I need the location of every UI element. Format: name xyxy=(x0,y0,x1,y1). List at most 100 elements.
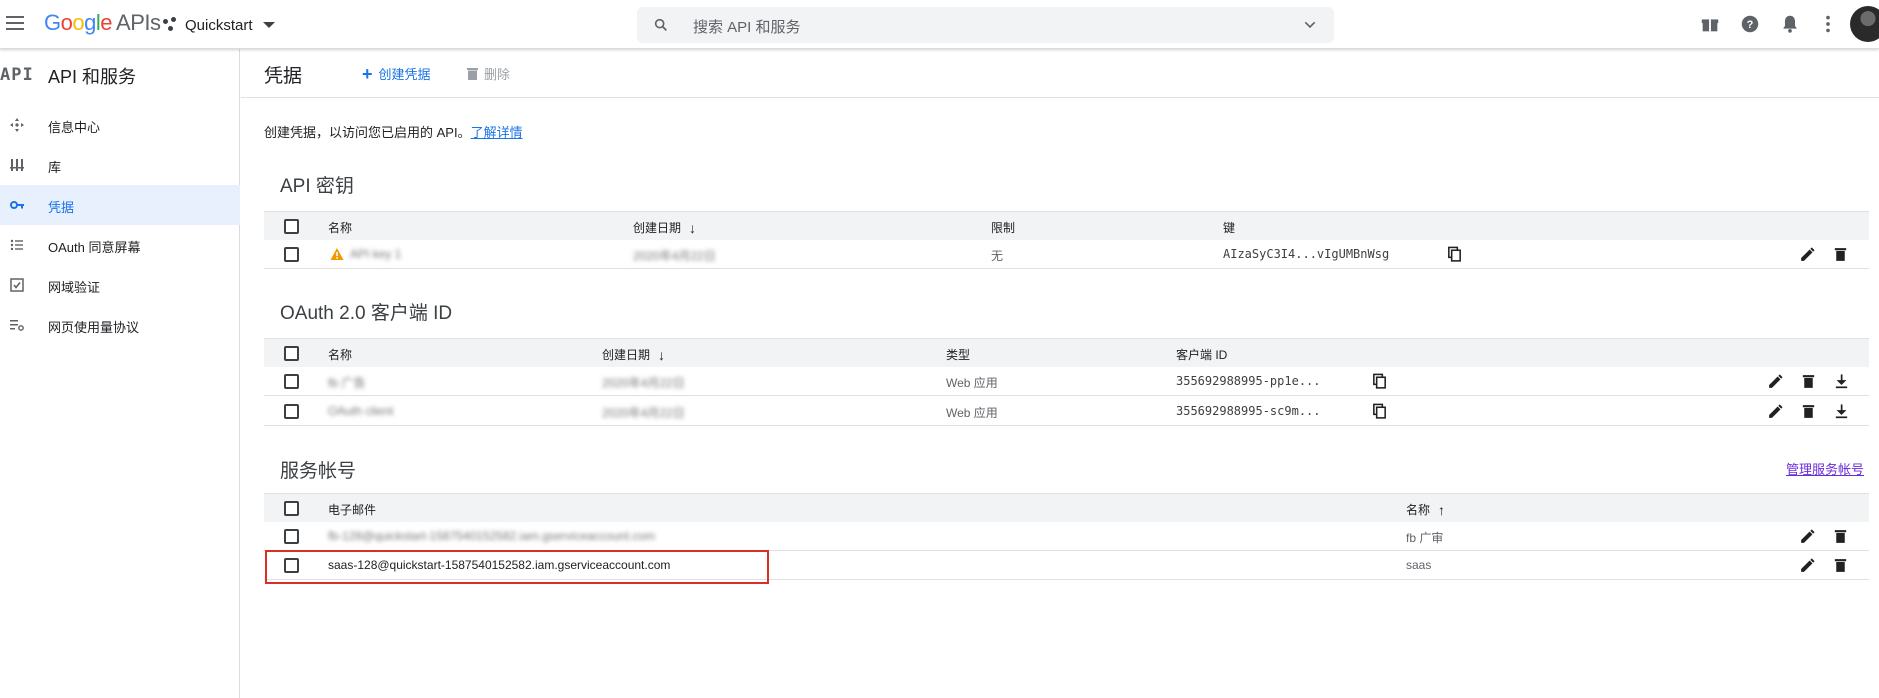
column-client-id: 客户端 ID xyxy=(1176,348,1228,362)
column-type: 类型 xyxy=(946,348,971,362)
oauth-client-type: Web 应用 xyxy=(946,376,998,390)
edit-icon[interactable] xyxy=(1767,373,1784,390)
sidebar-item-page-usage[interactable]: 网页使用量协议 xyxy=(0,305,240,345)
delete-icon[interactable] xyxy=(1832,557,1849,574)
action-bar: 凭据 + 创建凭据 删除 xyxy=(241,49,1879,98)
oauth-client-id: 355692988995-sc9m... xyxy=(1176,404,1321,418)
delete-icon[interactable] xyxy=(1832,246,1849,263)
download-icon[interactable] xyxy=(1833,403,1850,420)
api-keys-table: 名称 创建日期 ↓ 限制 键 API key 1 2020年4月22日 无 AIz… xyxy=(264,211,1869,271)
column-key: 键 xyxy=(1223,221,1236,235)
download-icon[interactable] xyxy=(1833,373,1850,390)
table-header: 电子邮件 名称 ↑ xyxy=(264,493,1869,522)
intro-text: 创建凭据，以访问您已启用的 API。了解详情 xyxy=(264,122,523,141)
service-account-email[interactable]: fb-128@quickstart-1587540152582.iam.gser… xyxy=(328,529,655,543)
trash-icon xyxy=(467,68,478,80)
table-row: OAuth client 2020年4月22日 Web 应用 355692988… xyxy=(264,397,1869,426)
delete-icon[interactable] xyxy=(1800,373,1817,390)
google-apis-logo[interactable]: Google APIs xyxy=(44,10,161,36)
search-placeholder: 搜索 API 和服务 xyxy=(693,19,801,36)
more-vert-icon[interactable] xyxy=(1817,13,1839,35)
search-bar[interactable]: 搜索 API 和服务 xyxy=(637,7,1334,43)
service-account-name: fb 广审 xyxy=(1406,531,1444,545)
edit-icon[interactable] xyxy=(1767,403,1784,420)
sort-desc-icon: ↓ xyxy=(689,220,697,236)
select-all-checkbox[interactable] xyxy=(284,346,299,361)
sidebar-item-dashboard[interactable]: 信息中心 xyxy=(0,105,240,145)
oauth-client-created: 2020年4月22日 xyxy=(602,406,685,420)
oauth-client-name[interactable]: OAuth client xyxy=(328,404,393,418)
chevron-down-icon[interactable] xyxy=(1302,17,1318,33)
delete-button[interactable]: 删除 xyxy=(467,64,510,83)
project-name: Quickstart xyxy=(185,16,253,34)
api-key-name[interactable]: API key 1 xyxy=(350,247,401,261)
table-row: fb-128@quickstart-1587540152582.iam.gser… xyxy=(264,522,1869,551)
intro-description: 创建凭据，以访问您已启用的 API。 xyxy=(264,125,471,140)
row-checkbox[interactable] xyxy=(284,529,299,544)
oauth-client-created: 2020年4月22日 xyxy=(602,376,685,390)
sidebar-title: API 和服务 xyxy=(48,67,137,87)
select-all-checkbox[interactable] xyxy=(284,501,299,516)
sidebar-item-oauth-consent[interactable]: OAuth 同意屏幕 xyxy=(0,225,240,265)
column-name: 名称 xyxy=(328,348,353,362)
svg-text:?: ? xyxy=(1747,19,1754,31)
sidebar-item-label: OAuth 同意屏幕 xyxy=(48,240,141,255)
api-logo-icon: API xyxy=(0,65,34,85)
copy-icon[interactable] xyxy=(1371,403,1388,420)
page-usage-icon xyxy=(10,320,24,331)
delete-label: 删除 xyxy=(484,67,511,82)
sidebar-item-library[interactable]: 库 xyxy=(0,145,240,185)
top-bar: Google APIs Quickstart 搜索 API 和服务 ? xyxy=(0,0,1879,49)
help-icon[interactable]: ? xyxy=(1739,13,1761,35)
notifications-icon[interactable] xyxy=(1779,13,1801,35)
row-checkbox[interactable] xyxy=(284,404,299,419)
menu-icon[interactable] xyxy=(6,12,26,36)
sidebar-header: API API 和服务 xyxy=(0,59,240,93)
service-accounts-title: 服务帐号 xyxy=(280,461,357,482)
api-key-created: 2020年4月22日 xyxy=(633,249,716,263)
search-icon xyxy=(654,18,667,31)
sidebar-item-label: 网页使用量协议 xyxy=(48,320,140,335)
edit-icon[interactable] xyxy=(1799,528,1816,545)
column-created[interactable]: 创建日期 ↓ xyxy=(633,219,696,236)
domain-verify-icon xyxy=(10,278,24,292)
warning-icon xyxy=(330,248,344,260)
select-all-checkbox[interactable] xyxy=(284,219,299,234)
oauth-table: 名称 创建日期 ↓ 类型 客户端 ID fb 广告 2020年4月22日 Web … xyxy=(264,338,1869,427)
sidebar-item-credentials[interactable]: 凭据 xyxy=(0,185,240,225)
project-selector[interactable]: Quickstart xyxy=(163,13,275,37)
api-key-restrictions: 无 xyxy=(991,249,1004,263)
column-created[interactable]: 创建日期 ↓ xyxy=(602,346,665,363)
plus-icon: + xyxy=(362,63,373,84)
copy-icon[interactable] xyxy=(1371,373,1388,390)
api-keys-title: API 密钥 xyxy=(280,176,354,197)
avatar[interactable] xyxy=(1850,6,1879,42)
highlight-box xyxy=(265,550,769,584)
create-credentials-button[interactable]: + 创建凭据 xyxy=(362,64,431,83)
create-credentials-label: 创建凭据 xyxy=(378,67,431,82)
project-icon xyxy=(163,17,179,33)
oauth-client-name[interactable]: fb 广告 xyxy=(328,374,365,391)
column-name[interactable]: 名称 ↑ xyxy=(1406,501,1445,518)
dashboard-icon xyxy=(10,118,24,132)
manage-service-accounts-link[interactable]: 管理服务帐号 xyxy=(1786,459,1864,478)
delete-icon[interactable] xyxy=(1832,528,1849,545)
library-icon xyxy=(10,159,24,171)
sidebar-item-label: 凭据 xyxy=(48,200,75,215)
edit-icon[interactable] xyxy=(1799,557,1816,574)
edit-icon[interactable] xyxy=(1799,246,1816,263)
table-row: API key 1 2020年4月22日 无 AIzaSyC3I4...vIgU… xyxy=(264,240,1869,269)
sort-desc-icon: ↓ xyxy=(658,347,666,363)
learn-more-link[interactable]: 了解详情 xyxy=(471,125,523,140)
sort-asc-icon: ↑ xyxy=(1438,502,1446,518)
delete-icon[interactable] xyxy=(1800,403,1817,420)
row-checkbox[interactable] xyxy=(284,374,299,389)
gift-icon[interactable] xyxy=(1699,13,1721,35)
caret-down-icon xyxy=(262,22,275,28)
copy-icon[interactable] xyxy=(1446,246,1463,263)
sidebar-item-domain-verification[interactable]: 网域验证 xyxy=(0,265,240,305)
page-title: 凭据 xyxy=(264,66,303,87)
row-checkbox[interactable] xyxy=(284,247,299,262)
oauth-title: OAuth 2.0 客户端 ID xyxy=(280,303,453,324)
table-header: 名称 创建日期 ↓ 类型 客户端 ID xyxy=(264,338,1869,367)
